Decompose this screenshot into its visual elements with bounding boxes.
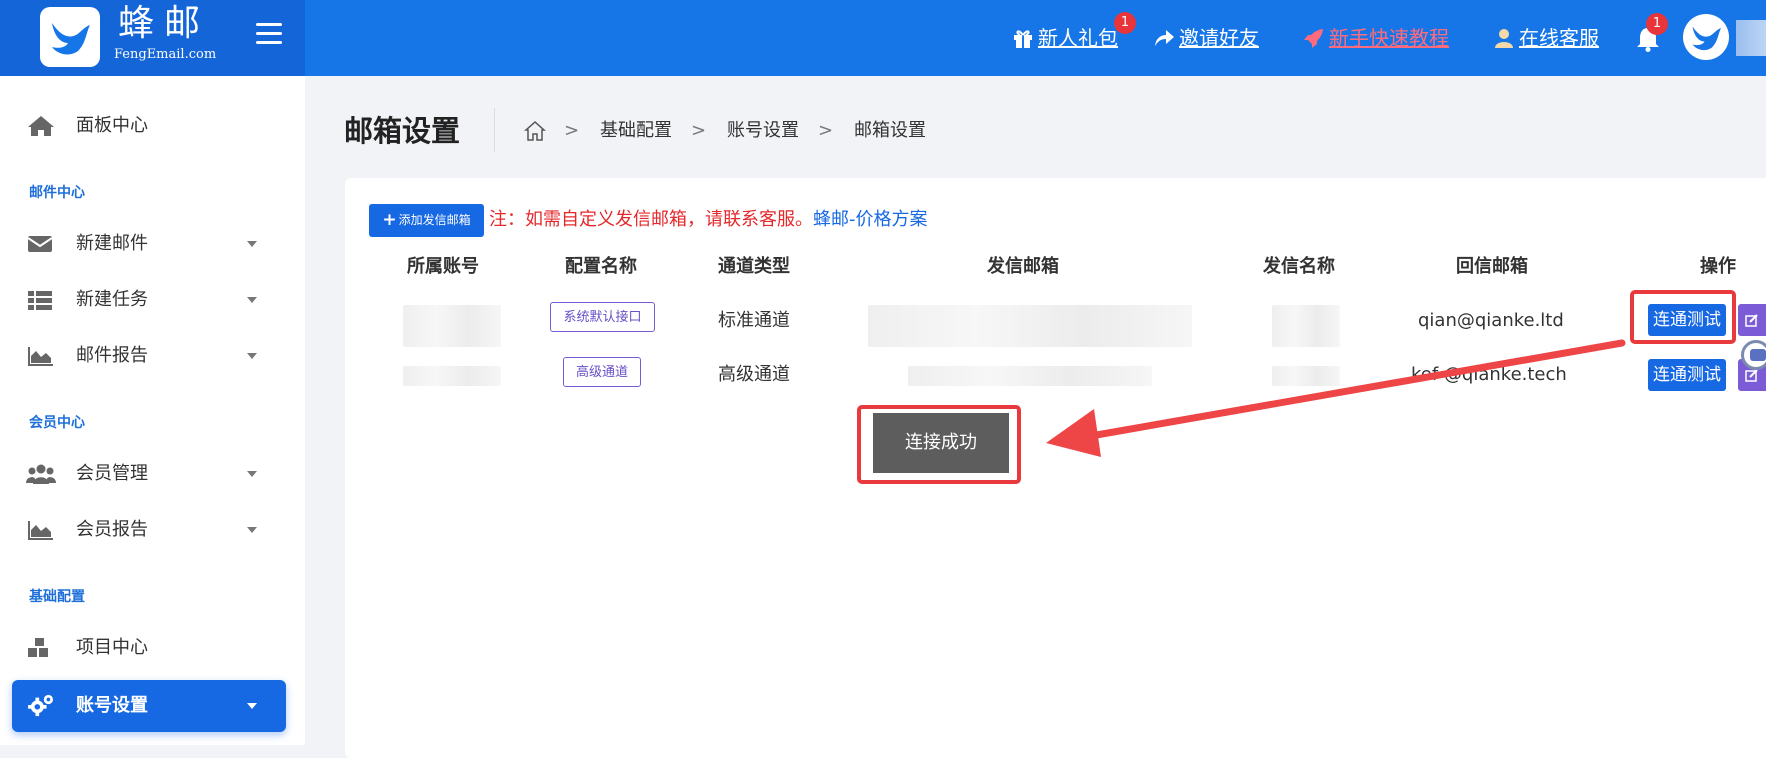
column-header-sender-email: 发信邮箱: [987, 256, 1059, 277]
brand-domain: FengEmail.com: [114, 47, 217, 62]
sidebar-label-project-center: 项目中心: [76, 637, 148, 658]
column-header-sender-name: 发信名称: [1263, 256, 1335, 277]
sidebar: 面板中心 邮件中心 新建邮件 新建任务 邮件报告 会员中心 会员管理 会员报告 …: [0, 76, 305, 745]
notice-text: 注：如需自定义发信邮箱，请联系客服。蜂邮-价格方案: [489, 206, 928, 234]
sidebar-label-mail-report: 邮件报告: [76, 345, 148, 366]
chevron-down-icon: [247, 241, 257, 247]
sender-email-blurred: [908, 366, 1152, 386]
notice-message: 注：如需自定义发信邮箱，请联系客服。: [489, 209, 813, 230]
edit-icon: [1745, 369, 1758, 382]
chevron-down-icon: [247, 297, 257, 303]
sidebar-section-config: 基础配置: [29, 589, 85, 605]
username-blurred[interactable]: [1736, 20, 1766, 56]
home-icon[interactable]: [524, 120, 546, 142]
column-header-actions: 操作: [1700, 256, 1736, 277]
top-navbar: 蜂邮 FengEmail.com 新人礼包 1 邀请好友 新手快速教程 在线客服…: [0, 0, 1766, 76]
plus-icon: +: [382, 210, 397, 230]
user-icon: [1495, 29, 1513, 48]
edit-icon: [1745, 314, 1758, 327]
chevron-right-icon: >: [691, 120, 707, 141]
sidebar-label-member-manage: 会员管理: [76, 463, 148, 484]
sidebar-section-member: 会员中心: [29, 415, 85, 431]
bird-avatar-icon: [1692, 26, 1721, 51]
sender-name-blurred: [1272, 305, 1340, 347]
nav-invite-link[interactable]: 邀请好友: [1153, 22, 1259, 54]
area-chart-icon: [28, 347, 53, 366]
brand-logo[interactable]: [40, 7, 100, 67]
sidebar-item-project-center[interactable]: 项目中心: [0, 628, 305, 668]
add-sender-email-button[interactable]: + 添加发信邮箱: [369, 204, 484, 237]
sidebar-label-dashboard: 面板中心: [76, 115, 148, 136]
title-divider: [494, 108, 495, 152]
sidebar-label-new-task: 新建任务: [76, 289, 148, 310]
users-icon: [26, 464, 56, 484]
home-icon: [28, 116, 54, 136]
rocket-icon: [1304, 29, 1323, 48]
connectivity-test-button[interactable]: 连通测试: [1648, 304, 1726, 336]
menu-toggle-icon[interactable]: [256, 23, 282, 45]
chevron-down-icon: [247, 527, 257, 533]
nav-gift-label: 新人礼包: [1038, 26, 1118, 50]
sidebar-item-member-manage[interactable]: 会员管理: [0, 454, 305, 494]
nav-gift-link[interactable]: 新人礼包: [1012, 22, 1118, 54]
sidebar-label-account-settings: 账号设置: [76, 695, 148, 716]
envelope-icon: [27, 236, 53, 252]
account-blurred: [403, 366, 501, 386]
gift-badge: 1: [1114, 12, 1136, 34]
sidebar-label-member-report: 会员报告: [76, 519, 148, 540]
breadcrumb-item-account[interactable]: 账号设置: [727, 117, 799, 145]
page-title: 邮箱设置: [344, 114, 461, 148]
chevron-right-icon: >: [818, 120, 834, 141]
breadcrumb-item-mailbox: 邮箱设置: [854, 120, 926, 141]
sidebar-item-account-settings[interactable]: 账号设置: [12, 680, 286, 732]
sidebar-item-new-task[interactable]: 新建任务: [0, 280, 305, 320]
sidebar-item-mail-report[interactable]: 邮件报告: [0, 336, 305, 376]
nav-support-link[interactable]: 在线客服: [1493, 22, 1599, 54]
chevron-down-icon: [247, 471, 257, 477]
reply-email-cell: qian@qianke.ltd: [1418, 310, 1564, 331]
gift-icon: [1014, 30, 1032, 48]
gears-icon: [28, 694, 53, 717]
channel-type-cell: 标准通道: [718, 310, 790, 331]
brand-area: 蜂邮 FengEmail.com: [0, 0, 305, 76]
breadcrumb-item-config[interactable]: 基础配置: [600, 117, 672, 145]
nav-invite-label: 邀请好友: [1179, 26, 1259, 50]
sidebar-section-mail: 邮件中心: [29, 185, 85, 201]
chat-bubble-icon[interactable]: [1741, 340, 1766, 370]
column-header-config-name: 配置名称: [565, 256, 637, 277]
pricing-link[interactable]: 蜂邮-价格方案: [813, 209, 928, 230]
notification-badge: 1: [1646, 13, 1668, 35]
sender-name-blurred: [1272, 366, 1340, 386]
nav-support-label: 在线客服: [1519, 26, 1599, 50]
column-header-account: 所属账号: [407, 256, 479, 277]
area-chart-icon: [28, 521, 53, 540]
reply-email-cell: kef @qianke.tech: [1411, 364, 1567, 385]
sidebar-label-new-mail: 新建邮件: [76, 233, 148, 254]
success-toast: 连接成功: [873, 413, 1009, 473]
edit-button[interactable]: [1738, 304, 1766, 336]
column-header-channel-type: 通道类型: [718, 256, 790, 277]
share-icon: [1155, 30, 1174, 46]
boxes-icon: [28, 638, 48, 657]
sidebar-item-new-mail[interactable]: 新建邮件: [0, 224, 305, 264]
avatar[interactable]: [1683, 14, 1729, 60]
config-name-tag: 高级通道: [563, 357, 641, 387]
column-header-reply-email: 回信邮箱: [1456, 256, 1528, 277]
config-name-tag: 系统默认接口: [550, 302, 655, 332]
channel-type-cell: 高级通道: [718, 364, 790, 385]
connectivity-test-button[interactable]: 连通测试: [1648, 359, 1726, 391]
chevron-right-icon: >: [564, 120, 580, 141]
bird-logo-icon: [52, 23, 90, 55]
sidebar-item-member-report[interactable]: 会员报告: [0, 510, 305, 550]
add-sender-email-label: 添加发信邮箱: [398, 213, 471, 227]
account-blurred: [403, 305, 501, 347]
sidebar-item-dashboard[interactable]: 面板中心: [0, 106, 305, 146]
sender-email-blurred: [868, 305, 1192, 347]
nav-tutorial-label: 新手快速教程: [1329, 26, 1449, 50]
chevron-down-icon: [247, 703, 257, 709]
list-icon: [28, 291, 52, 310]
nav-tutorial-link[interactable]: 新手快速教程: [1303, 22, 1449, 54]
chevron-down-icon: [247, 353, 257, 359]
brand-name: 蜂邮: [118, 3, 211, 44]
